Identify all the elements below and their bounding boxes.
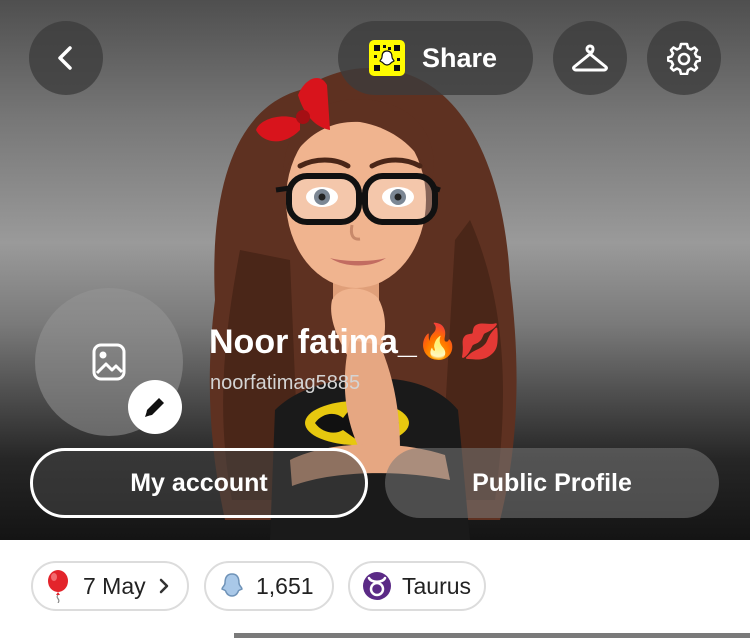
username: noorfatimag5885 — [210, 372, 361, 394]
edit-photo-button[interactable] — [128, 380, 182, 434]
zodiac-label: Taurus — [402, 572, 472, 599]
birthday-label: 7 May — [83, 572, 146, 599]
snapcode-icon — [369, 40, 405, 76]
image-icon — [92, 343, 126, 381]
chevron-right-icon — [159, 578, 168, 594]
share-label: Share — [422, 42, 498, 73]
birthday-chip[interactable]: 7 May — [31, 561, 189, 611]
back-button[interactable] — [29, 21, 103, 95]
public-profile-button[interactable]: Public Profile — [385, 448, 719, 518]
zodiac-chip[interactable]: Taurus — [348, 561, 486, 611]
hanger-icon — [572, 44, 608, 72]
balloon-icon — [45, 569, 73, 603]
snap-score-label: 1,651 — [256, 572, 314, 599]
taurus-icon — [362, 571, 392, 601]
chevron-left-icon — [58, 46, 72, 70]
my-account-button[interactable]: My account — [30, 448, 368, 518]
ghost-icon — [218, 571, 246, 601]
home-indicator — [234, 633, 750, 638]
snap-score-chip[interactable]: 1,651 — [204, 561, 334, 611]
display-name: Noor fatima_🔥💋 — [209, 323, 502, 361]
pencil-icon — [145, 398, 164, 417]
gear-icon — [667, 42, 701, 75]
share-button[interactable]: Share — [338, 21, 533, 95]
wardrobe-button[interactable] — [553, 21, 627, 95]
settings-button[interactable] — [647, 21, 721, 95]
